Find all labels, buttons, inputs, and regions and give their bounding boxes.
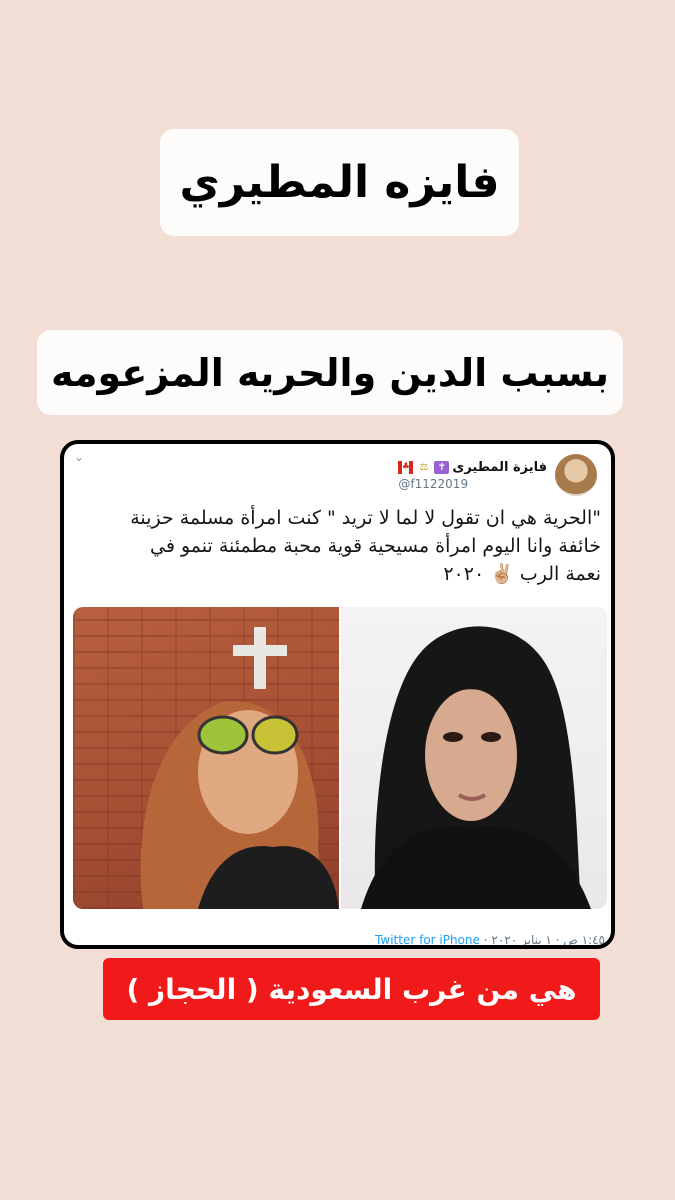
separator: ·: [479, 933, 488, 947]
cross-emoji-icon: ✝: [434, 460, 450, 474]
tweet-source-link[interactable]: Twitter for iPhone: [375, 933, 480, 945]
tweet-timestamp[interactable]: ١:٤٥ ص · ١ يناير ٢٠٢٠: [491, 933, 605, 945]
display-name[interactable]: فايزة المطيرى: [452, 460, 547, 475]
story-title: فايزه المطيري: [160, 129, 519, 236]
avatar[interactable]: [555, 454, 597, 496]
tweet-text: "الحرية هي ان تقول لا لما لا تريد " كنت …: [70, 504, 601, 588]
tweet-photo-after[interactable]: [73, 607, 339, 909]
tweet-text-line: نعمة الرب ✌🏼 ٢٠٢٠: [443, 563, 601, 585]
tweet-photo-before[interactable]: [341, 607, 607, 909]
tweet-screenshot: ⌄ فايزة المطيرى ✝ ⚖ ♣ @f1122019 "الحرية …: [60, 440, 615, 949]
story-subtitle: بسبب الدين والحريه المزعومه: [37, 330, 623, 415]
chevron-down-icon[interactable]: ⌄: [74, 450, 84, 464]
location-banner: هي من غرب السعودية ( الحجاز ): [103, 958, 600, 1020]
tweet-text-line: خائفة وانا اليوم امرأة مسيحية قوية محبة …: [150, 535, 601, 557]
tweet-footer: ١:٤٥ ص · ١ يناير ٢٠٢٠ · Twitter for iPho…: [70, 933, 605, 947]
scales-emoji-icon: ⚖: [419, 461, 429, 473]
tweet-text-line: "الحرية هي ان تقول لا لما لا تريد " كنت …: [130, 507, 601, 529]
user-handle[interactable]: @f1122019: [398, 477, 468, 491]
tweet-header: فايزة المطيرى ✝ ⚖ ♣ @f1122019: [398, 450, 597, 500]
canada-flag-icon: ♣: [398, 460, 414, 474]
